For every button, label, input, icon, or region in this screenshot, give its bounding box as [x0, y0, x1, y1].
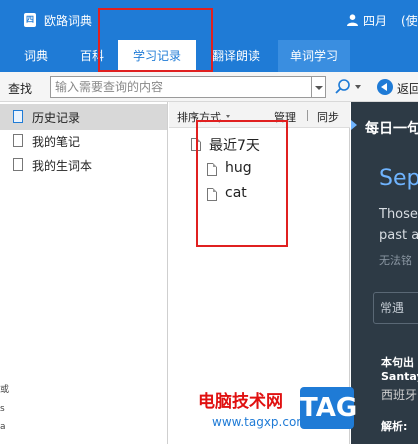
title-bar: 四 欧路词典 四月 (使 [0, 0, 418, 40]
sidebar-item-notes[interactable]: 我的笔记 [0, 128, 167, 154]
search-label: 查找 [8, 82, 33, 96]
sentence-line: past a [379, 228, 418, 243]
daily-sentence-panel: 每日一句 Sep Those past a 无法铭 常遇 本句出 Santay … [351, 102, 418, 444]
sentence-line: Those [379, 207, 418, 222]
document-icon [13, 158, 23, 171]
list-toolbar: 排序方式 管理 同步 [169, 102, 350, 128]
toolbar-divider [307, 110, 308, 121]
source-label: 本句出 [381, 356, 414, 369]
search-bar: 查找 返回 [0, 72, 418, 102]
word-label: cat [225, 185, 247, 201]
clipped-text: a [0, 422, 6, 432]
collapse-arrow-icon[interactable] [351, 120, 357, 130]
sort-button[interactable]: 排序方式 [177, 109, 221, 125]
sidebar-item-label: 历史记录 [32, 111, 81, 125]
sidebar-item-wordbook[interactable]: 我的生词本 [0, 152, 167, 178]
sidebar-item-history[interactable]: 历史记录 [0, 104, 167, 130]
back-arrow-icon[interactable] [377, 79, 393, 95]
app-logo-icon: 四 [24, 13, 36, 27]
sync-button[interactable]: 同步 [317, 109, 339, 125]
document-icon [191, 138, 201, 151]
history-group-last-7-days[interactable]: 最近7天 [191, 135, 291, 155]
user-icon[interactable] [347, 14, 358, 26]
search-icon[interactable] [334, 78, 352, 96]
clipped-text: 或 [0, 385, 10, 395]
watermark-logo: TAG [300, 387, 357, 429]
sentence-translation: 无法铭 [379, 254, 412, 267]
sidebar-item-label: 我的笔记 [32, 135, 81, 149]
user-name[interactable]: 四月 [363, 12, 387, 29]
sidebar-item-label: 我的生词本 [32, 159, 93, 173]
document-icon [13, 110, 23, 123]
main-tab-bar: 词典 百科 学习记录 翻译朗读 单词学习 [0, 40, 418, 72]
watermark: 电脑技术网 www.tagxp.com TAG [188, 385, 358, 444]
manage-button[interactable]: 管理 [274, 109, 296, 125]
group-label: 最近7天 [209, 138, 260, 154]
source-country: 西班牙 [381, 388, 418, 402]
daily-sentence-text: Those past a [379, 204, 418, 246]
tab-dictionary[interactable]: 词典 [14, 40, 58, 72]
search-options-caret-icon[interactable] [355, 85, 361, 89]
user-status-text: (使 [401, 14, 418, 28]
history-word-item[interactable]: hug [207, 160, 287, 180]
app-title: 欧路词典 [44, 14, 93, 28]
document-icon [207, 163, 217, 176]
source-author: Santay [381, 370, 418, 383]
study-record-sidebar: 历史记录 我的笔记 我的生词本 或 s a [0, 102, 168, 444]
daily-sentence-title: 每日一句 [365, 121, 418, 137]
watermark-text: 电脑技术网 [198, 392, 283, 412]
daily-action-button[interactable]: 常遇 [373, 292, 418, 324]
watermark-url: www.tagxp.com [212, 415, 308, 429]
sort-caret-icon[interactable] [226, 115, 230, 118]
tab-word-study[interactable]: 单词学习 [278, 40, 350, 72]
tab-study-history[interactable]: 学习记录 [118, 40, 196, 72]
back-button[interactable]: 返回 [397, 80, 418, 97]
document-icon [13, 134, 23, 147]
clipped-text: s [0, 404, 5, 414]
history-word-item[interactable]: cat [207, 185, 287, 205]
word-label: hug [225, 160, 252, 176]
analysis-label: 解析: [381, 420, 408, 433]
tab-translate-read[interactable]: 翻译朗读 [204, 40, 268, 72]
search-history-dropdown[interactable] [312, 76, 326, 98]
document-icon [207, 188, 217, 201]
tab-encyclopedia[interactable]: 百科 [70, 40, 114, 72]
daily-date-month: Sep [379, 166, 418, 191]
search-input[interactable] [50, 76, 312, 98]
